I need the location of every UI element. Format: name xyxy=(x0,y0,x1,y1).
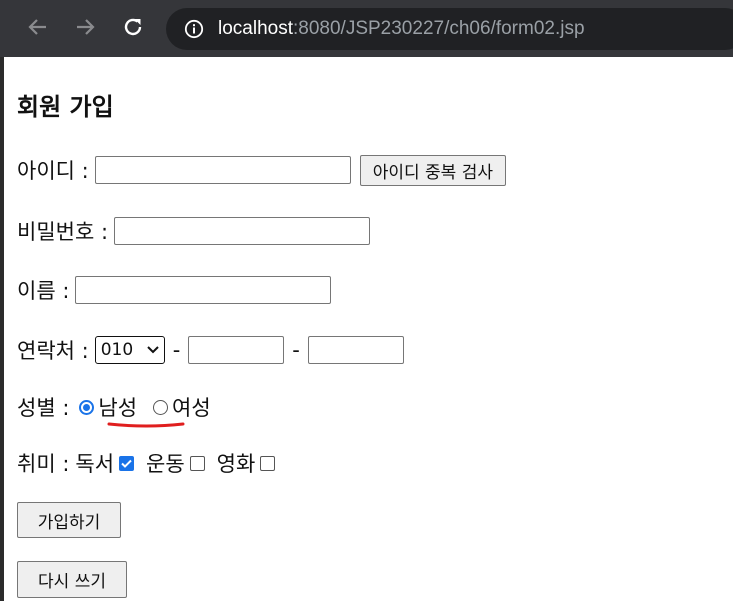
password-label: 비밀번호 : xyxy=(17,220,109,244)
id-row: 아이디 : 아이디 중복 검사 xyxy=(17,153,507,187)
hobby-movie-checkbox[interactable] xyxy=(260,455,276,471)
hobby-exercise-label: 운동 xyxy=(146,452,185,476)
hobby-reading-checkbox[interactable] xyxy=(119,455,135,471)
info-icon[interactable] xyxy=(184,19,204,39)
forward-arrow-icon xyxy=(77,19,95,35)
hobby-exercise-checkbox[interactable] xyxy=(189,455,205,471)
name-label: 이름 : xyxy=(17,279,70,303)
reload-icon xyxy=(124,18,142,36)
gender-row: 성별 : 남성 여성 xyxy=(17,390,211,424)
id-label: 아이디 : xyxy=(17,159,89,183)
phone-last-input[interactable] xyxy=(307,336,404,364)
back-button[interactable] xyxy=(23,12,53,42)
page-title: 회원 가입 xyxy=(17,93,114,121)
gender-male-radio[interactable] xyxy=(79,399,95,415)
submit-button[interactable]: 가입하기 xyxy=(17,502,121,538)
checkmark-icon xyxy=(121,459,132,468)
url-text[interactable]: localhost:8080/JSP230227/ch06/form02.jsp xyxy=(218,18,585,40)
gender-female-radio[interactable] xyxy=(153,399,169,415)
reset-button[interactable]: 다시 쓰기 xyxy=(17,561,127,598)
chevron-down-icon xyxy=(147,346,159,354)
page-content: 회원 가입 아이디 : 아이디 중복 검사 비밀번호 : 이름 : 연락처 : … xyxy=(0,57,733,601)
id-check-button[interactable]: 아이디 중복 검사 xyxy=(359,154,507,186)
back-arrow-icon xyxy=(28,19,46,35)
id-input[interactable] xyxy=(94,156,351,184)
name-row: 이름 : xyxy=(17,273,332,307)
browser-toolbar: localhost:8080/JSP230227/ch06/form02.jsp xyxy=(0,0,733,57)
phone-dash-2: - xyxy=(292,338,300,362)
hobby-movie-label: 영화 xyxy=(216,452,256,476)
phone-label: 연락처 : xyxy=(17,339,89,363)
password-input[interactable] xyxy=(114,217,371,245)
gender-male-label: 남성 xyxy=(98,396,138,420)
forward-button[interactable] xyxy=(70,12,100,42)
phone-row: 연락처 : 010 - - xyxy=(17,333,404,367)
phone-prefix-value: 010 xyxy=(100,340,134,360)
url-host: localhost xyxy=(218,18,293,39)
hobby-label: 취미 : xyxy=(17,452,70,476)
name-input[interactable] xyxy=(75,276,332,304)
reload-button[interactable] xyxy=(118,12,148,42)
phone-middle-input[interactable] xyxy=(188,336,285,364)
phone-prefix-select[interactable]: 010 xyxy=(94,336,165,364)
gender-female-label: 여성 xyxy=(172,396,211,420)
url-path: :8080/JSP230227/ch06/form02.jsp xyxy=(293,18,585,39)
address-bar[interactable]: localhost:8080/JSP230227/ch06/form02.jsp xyxy=(166,8,733,50)
password-row: 비밀번호 : xyxy=(17,214,371,248)
phone-dash-1: - xyxy=(172,338,181,362)
hobby-row: 취미 : 독서 운동 영화 xyxy=(17,446,281,480)
hobby-reading-label: 독서 xyxy=(75,452,115,476)
gender-label: 성별 : xyxy=(17,396,70,420)
